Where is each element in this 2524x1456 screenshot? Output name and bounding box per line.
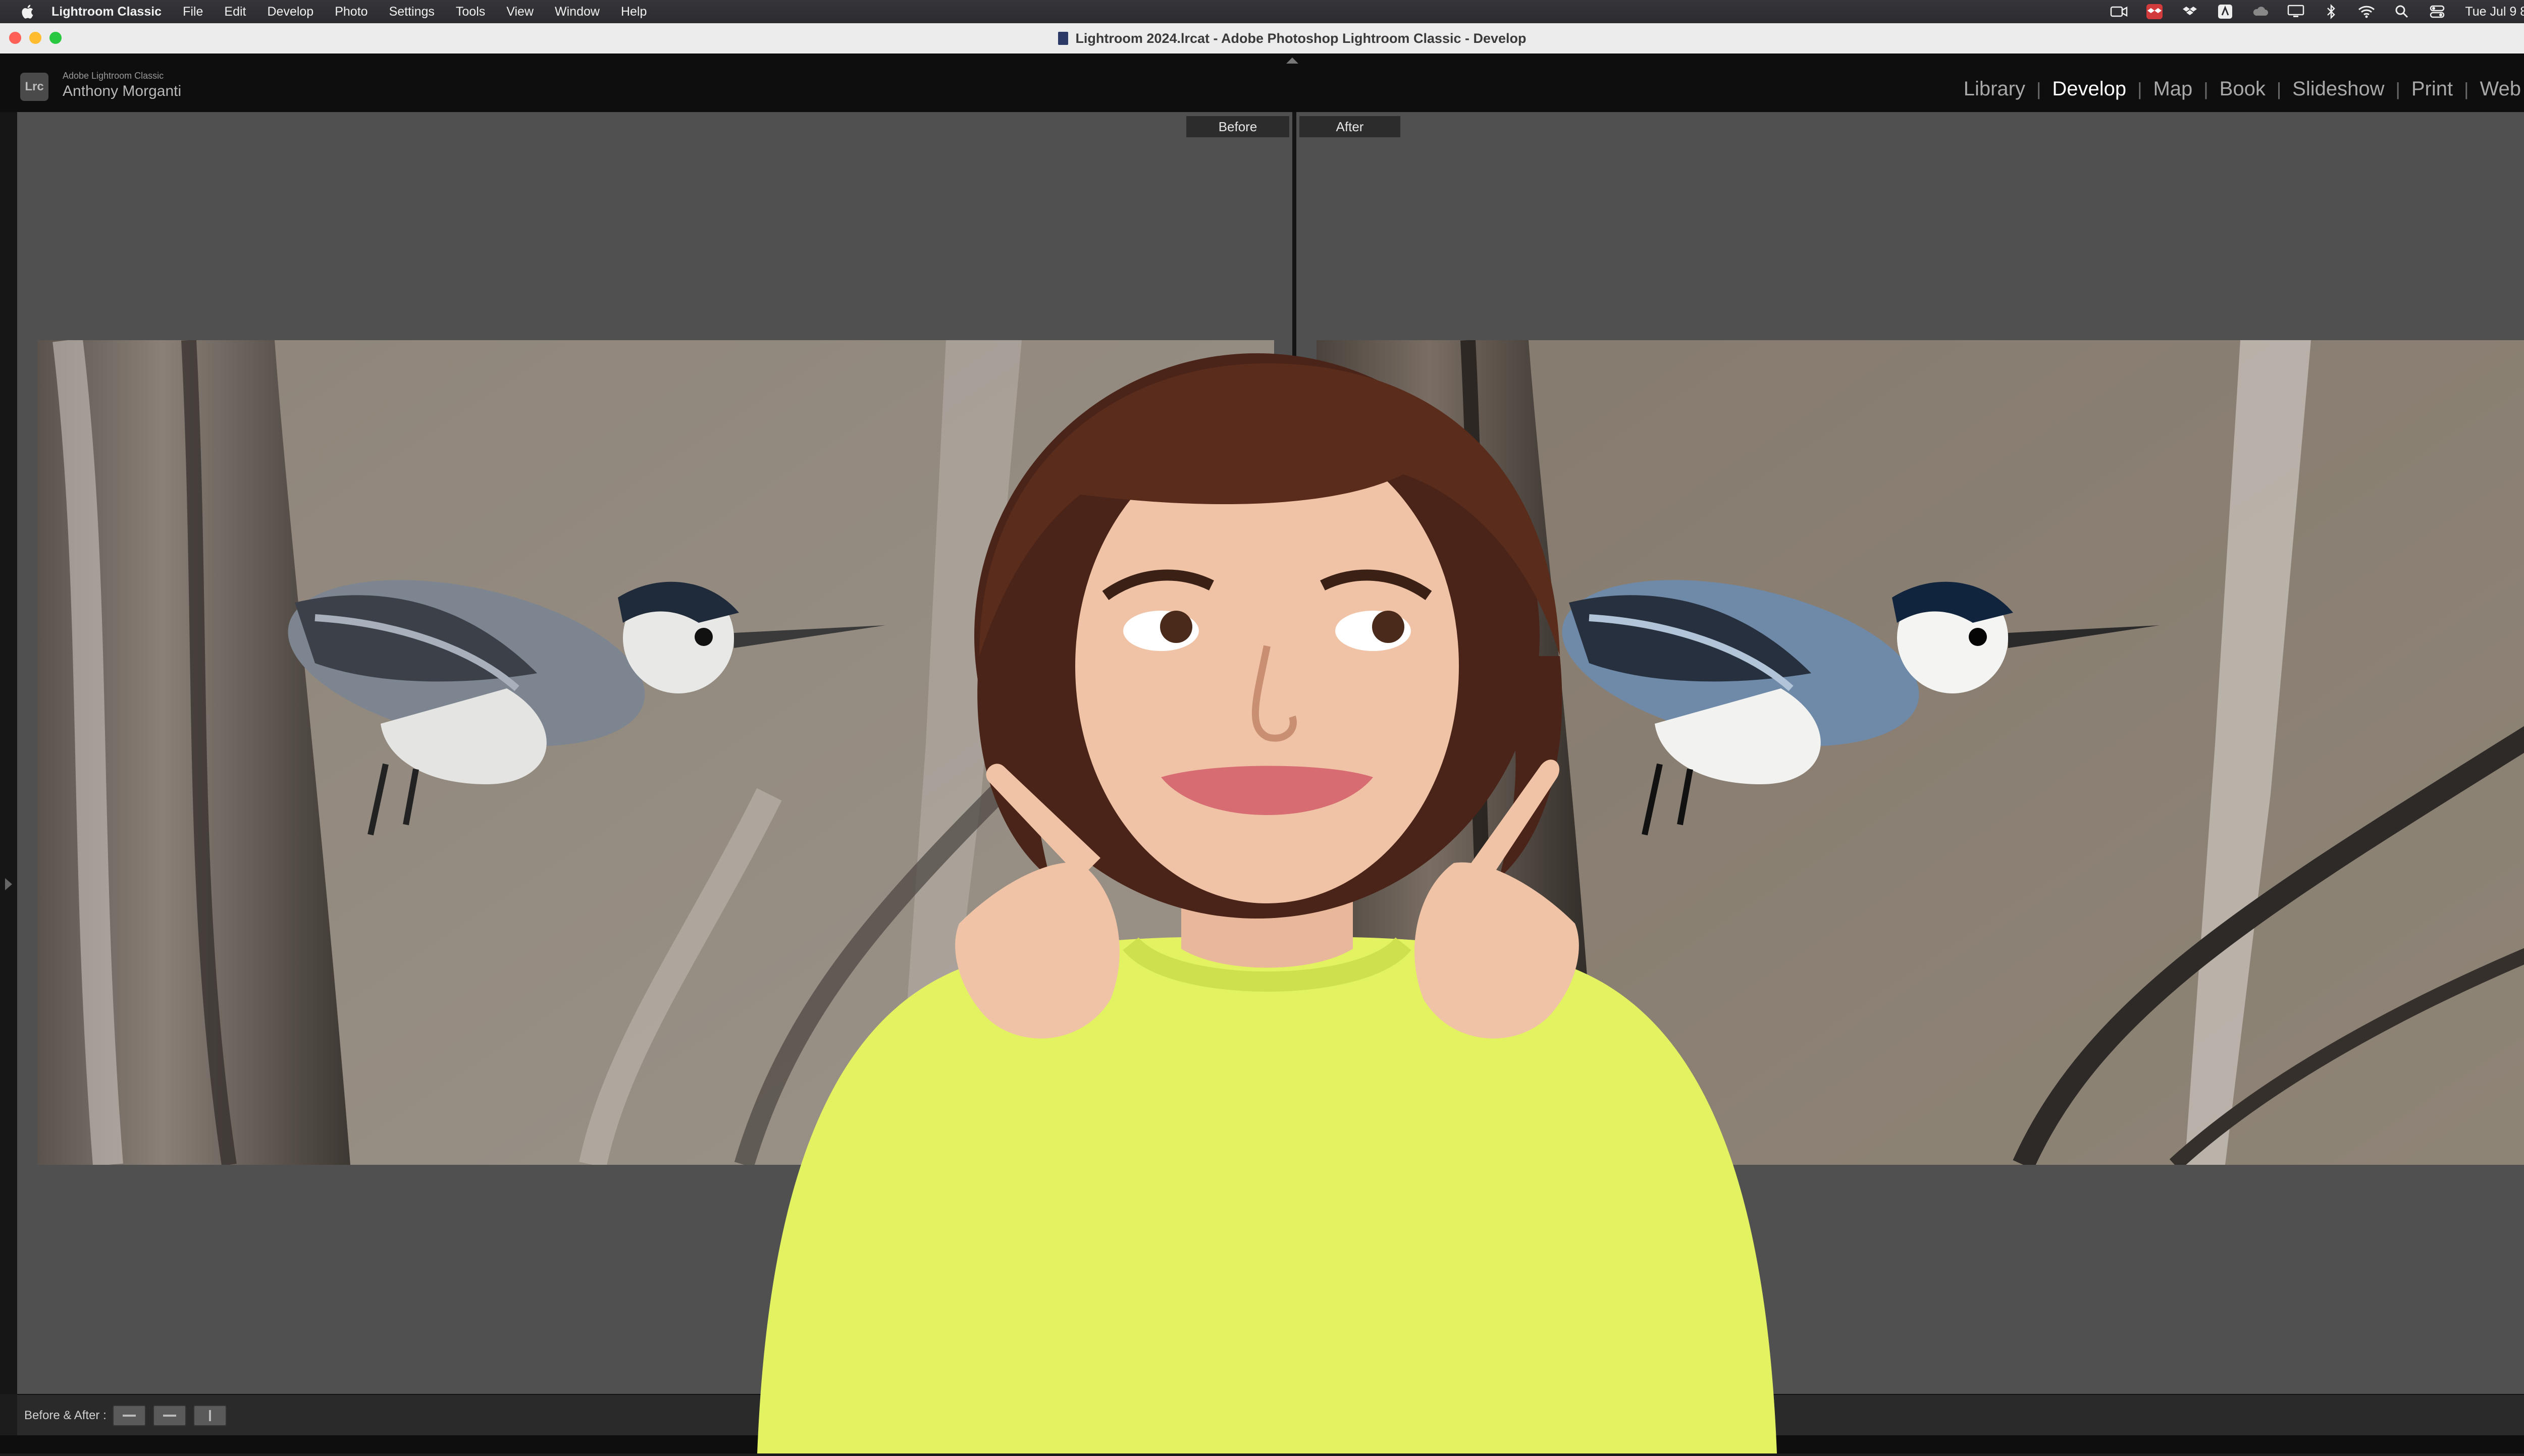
menu-tools[interactable]: Tools [456, 5, 485, 19]
window-title: Lightroom 2024.lrcat - Adobe Photoshop L… [1075, 30, 1527, 46]
window-controls [9, 32, 70, 44]
copy-arrow-icon [163, 1415, 176, 1417]
module-map[interactable]: Map [2142, 78, 2203, 100]
menu-edit[interactable]: Edit [224, 5, 246, 19]
menu-view[interactable]: View [506, 5, 534, 19]
control-center-icon[interactable] [2428, 3, 2447, 20]
dropbox-icon[interactable] [2145, 3, 2164, 20]
top-panel: Lrc Adobe Lightroom Classic Anthony Morg… [0, 53, 2524, 112]
module-separator: | [2203, 78, 2208, 99]
copy-arrow-icon [122, 1415, 136, 1417]
spotlight-search-icon[interactable] [2392, 3, 2411, 20]
menu-photo[interactable]: Photo [335, 5, 367, 19]
menu-window[interactable]: Window [555, 5, 600, 19]
app-menu[interactable]: Lightroom Classic [51, 5, 162, 19]
module-separator: | [2036, 78, 2041, 99]
module-separator: | [2137, 78, 2142, 99]
adobe-icon[interactable] [2216, 3, 2235, 20]
zoom-window-button[interactable] [49, 32, 62, 44]
left-panel-edge[interactable] [0, 112, 17, 1394]
menu-develop[interactable]: Develop [267, 5, 313, 19]
macos-menu-bar: Lightroom Classic File Edit Develop Phot… [0, 0, 2524, 23]
swap-before-after-button[interactable] [193, 1405, 227, 1426]
copy-before-to-after-button[interactable] [112, 1405, 146, 1426]
menu-settings[interactable]: Settings [389, 5, 435, 19]
menu-help[interactable]: Help [621, 5, 647, 19]
display-icon[interactable] [2286, 3, 2305, 20]
catalog-document-icon [1058, 32, 1069, 45]
cloud-icon[interactable] [2251, 3, 2270, 20]
status-area: Tue Jul 9 8:41 AM [2093, 0, 2524, 23]
identity-plate-product: Adobe Lightroom Classic [63, 71, 164, 81]
menu-file[interactable]: File [183, 5, 203, 19]
module-library[interactable]: Library [1953, 78, 2036, 100]
window-title-bar: Lightroom 2024.lrcat - Adobe Photoshop L… [0, 23, 2524, 53]
module-picker: Library | Develop | Map | Book | Slidesh… [1953, 78, 2524, 100]
minimize-window-button[interactable] [29, 32, 41, 44]
module-slideshow[interactable]: Slideshow [2281, 78, 2395, 100]
before-label: Before [1186, 116, 1289, 137]
module-separator: | [2395, 78, 2400, 99]
dropbox-alt-icon[interactable] [2180, 3, 2199, 20]
after-label: After [1299, 116, 1400, 137]
menu-bar-clock[interactable]: Tue Jul 9 8:41 AM [2465, 5, 2524, 19]
close-window-button[interactable] [9, 32, 21, 44]
module-separator: | [2276, 78, 2282, 99]
module-book[interactable]: Book [2208, 78, 2277, 100]
expand-left-panel-icon[interactable] [5, 878, 12, 890]
module-separator: | [2464, 78, 2469, 99]
module-web[interactable]: Web [2468, 78, 2524, 100]
top-panel-collapse-icon[interactable] [1286, 58, 1298, 64]
pointing-woman-image [697, 343, 1837, 1453]
wifi-icon[interactable] [2357, 3, 2376, 20]
swap-icon [208, 1410, 211, 1421]
camera-icon[interactable] [2110, 3, 2129, 20]
module-develop[interactable]: Develop [2041, 78, 2137, 100]
apple-menu-icon[interactable] [18, 2, 37, 21]
before-after-label: Before & After : [24, 1409, 107, 1422]
identity-plate-user: Anthony Morganti [63, 83, 182, 99]
module-print[interactable]: Print [2400, 78, 2464, 100]
copy-after-to-before-button[interactable] [152, 1405, 186, 1426]
bluetooth-icon[interactable] [2322, 3, 2341, 20]
lrc-logo: Lrc [20, 73, 48, 101]
